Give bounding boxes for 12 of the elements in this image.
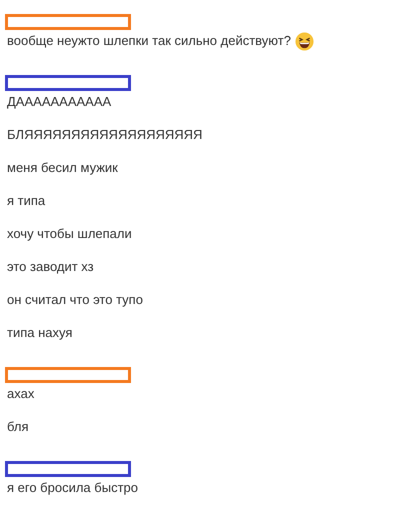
message-text: ДААААААААААА: [7, 93, 112, 111]
message-text: он считал что это тупо: [7, 291, 143, 309]
message-text: ахах: [7, 385, 34, 403]
message-text: я типа: [7, 192, 46, 210]
message-text: я его бросила быстро: [7, 479, 138, 497]
message-text: БЛЯЯЯЯЯЯЯЯЯЯЯЯЯЯЯЯЯЯЯ: [7, 126, 202, 144]
message-text: хочу чтобы шлепали: [7, 225, 132, 243]
message-text: бля: [7, 418, 28, 436]
message-text: это заводит хз: [7, 258, 94, 276]
message-text: меня бесил мужик: [7, 159, 118, 177]
message-text: вообще неужто шлепки так сильно действуют?: [7, 32, 291, 50]
message-text: типа нахуя: [7, 324, 72, 342]
